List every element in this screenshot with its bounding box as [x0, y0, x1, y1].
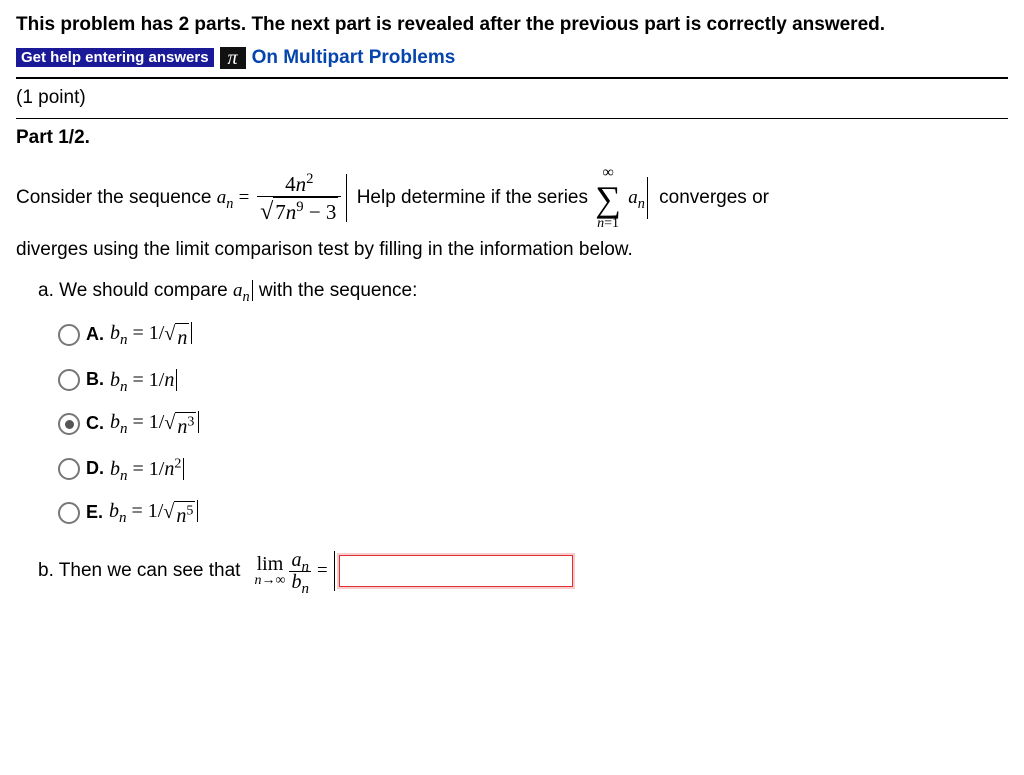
prose-1b: Help determine if the series — [357, 187, 588, 208]
problem-statement: Consider the sequence an = 4n2 √ 7n9 − 3… — [16, 165, 1008, 264]
radio-e[interactable] — [58, 502, 80, 524]
qa-intro: a. We should compare — [38, 280, 233, 301]
option-b[interactable]: B. bn = 1/n — [58, 366, 1008, 394]
radio-a[interactable] — [58, 324, 80, 346]
math-an-abs: an — [233, 280, 250, 301]
pi-symbol-button[interactable]: π — [220, 47, 246, 69]
option-c[interactable]: C. bn = 1/√n3 — [58, 408, 1008, 441]
math-an: an — [217, 187, 234, 208]
help-row: Get help entering answers π On Multipart… — [16, 45, 1008, 72]
prose-1c: converges or — [659, 187, 769, 208]
abs-bar-2 — [645, 177, 648, 219]
option-e[interactable]: E. bn = 1/√n5 — [58, 497, 1008, 530]
options-group: A. bn = 1/√n B. bn = 1/n C. bn = 1/√n3 D… — [58, 319, 1008, 530]
option-a[interactable]: A. bn = 1/√n — [58, 319, 1008, 352]
divider — [16, 77, 1008, 79]
question-a: a. We should compare an with the sequenc… — [38, 278, 1008, 305]
abs-bar-b — [334, 551, 335, 591]
summation: ∞ ∑ n=1 — [595, 165, 621, 231]
option-d[interactable]: D. bn = 1/n2 — [58, 455, 1008, 483]
part-label: Part 1/2. — [16, 125, 1008, 152]
eq-sign: = — [317, 558, 328, 585]
prose-1a: Consider the sequence — [16, 187, 217, 208]
math-fraction: 4n2 √ 7n9 − 3 — [254, 172, 344, 224]
radio-c[interactable] — [58, 413, 80, 435]
qa-tail: with the sequence: — [254, 280, 418, 301]
radio-b[interactable] — [58, 369, 80, 391]
abs-bar — [344, 174, 347, 222]
get-help-button[interactable]: Get help entering answers — [16, 48, 214, 67]
math-eq: = — [239, 187, 254, 208]
prose-2: diverges using the limit comparison test… — [16, 237, 1008, 264]
problem-instruction: This problem has 2 parts. The next part … — [16, 12, 1008, 39]
limit-answer-input[interactable] — [339, 555, 573, 587]
limit-fraction: an bn — [289, 550, 311, 593]
math-an-sum: an — [628, 187, 645, 208]
multipart-help-link[interactable]: On Multipart Problems — [252, 45, 456, 72]
limit-operator: lim n→∞ — [254, 554, 285, 588]
question-b: b. Then we can see that lim n→∞ an bn = — [38, 550, 1008, 593]
divider-thin — [16, 118, 1008, 119]
qb-intro: b. Then we can see that — [38, 558, 240, 585]
radio-d[interactable] — [58, 458, 80, 480]
points-label: (1 point) — [16, 85, 1008, 112]
